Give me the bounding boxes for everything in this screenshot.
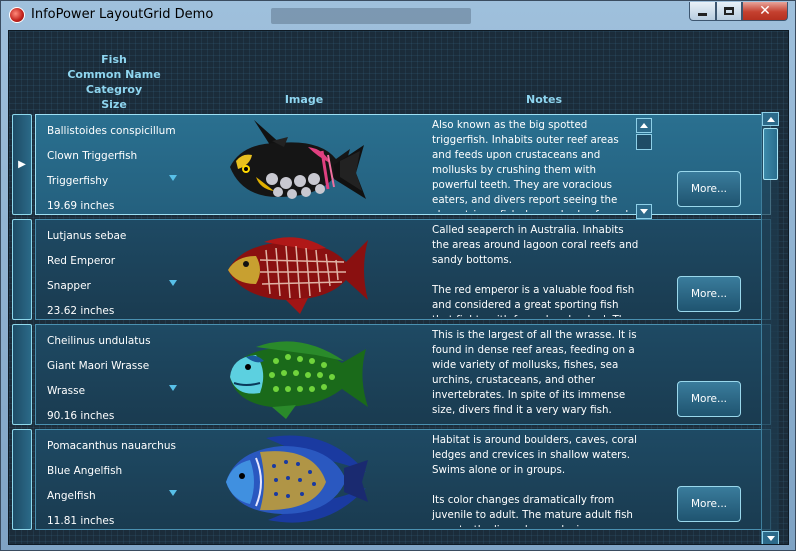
species-field[interactable]: Cheilinus undulatus (47, 335, 151, 347)
notes-scrollbar[interactable] (636, 118, 652, 219)
scroll-up-icon (640, 123, 648, 128)
category-field[interactable]: Triggerfishy (47, 175, 108, 187)
red-emperor-image (228, 237, 368, 314)
header-fish-label: Fish (101, 53, 127, 66)
header-category-label: Categroy (85, 83, 143, 96)
minimize-icon (698, 12, 707, 16)
row-indicator[interactable] (12, 324, 32, 425)
more-button[interactable]: More... (677, 486, 741, 522)
title-bar[interactable]: InfoPower LayoutGrid Demo ✕ (1, 1, 795, 29)
close-icon: ✕ (759, 3, 771, 19)
category-field[interactable]: Snapper (47, 280, 91, 292)
more-button[interactable]: More... (677, 171, 741, 207)
header-size-label: Size (101, 98, 127, 111)
column-header-fish[interactable]: Fish Common Name Categroy Size (59, 52, 169, 112)
app-window: InfoPower LayoutGrid Demo ✕ Fish Common … (0, 0, 796, 551)
triggerfish-image (230, 120, 366, 199)
notes-scroll-thumb[interactable] (636, 134, 652, 150)
record-card[interactable]: Pomacanthus nauarchus Blue Angelfish Ang… (35, 429, 771, 530)
scroll-up-button[interactable] (762, 112, 779, 126)
size-field[interactable]: 11.81 inches (47, 515, 114, 527)
species-field[interactable]: Pomacanthus nauarchus (47, 440, 176, 452)
app-icon[interactable] (9, 7, 25, 23)
row-indicator[interactable] (12, 219, 32, 320)
scroll-up-icon (766, 116, 775, 122)
scroll-down-icon (766, 535, 775, 541)
column-header-image[interactable]: Image (264, 92, 344, 107)
species-field[interactable]: Lutjanus sebae (47, 230, 126, 242)
scroll-down-button[interactable] (762, 531, 779, 544)
common-name-field[interactable]: Clown Triggerfish (47, 150, 137, 162)
row-indicator[interactable]: ▶ (12, 114, 32, 215)
grid-scrollbar[interactable] (761, 112, 779, 544)
layout-grid: Fish Common Name Categroy Size Image Not… (8, 30, 789, 545)
record-card[interactable]: Cheilinus undulatus Giant Maori Wrasse W… (35, 324, 771, 425)
row-indicator[interactable] (12, 429, 32, 530)
column-header-notes[interactable]: Notes (509, 92, 579, 107)
size-field[interactable]: 23.62 inches (47, 305, 114, 317)
notes-memo[interactable]: This is the largest of all the wrasse. I… (432, 328, 640, 422)
maximize-icon (724, 7, 734, 15)
notes-memo[interactable]: Habitat is around boulders, caves, coral… (432, 433, 640, 527)
background-window-title (271, 8, 471, 24)
row-pointer-icon: ▶ (18, 159, 26, 170)
common-name-field[interactable]: Giant Maori Wrasse (47, 360, 149, 372)
notes-memo[interactable]: Also known as the big spotted triggerfis… (432, 118, 640, 212)
grid-row[interactable]: Lutjanus sebae Red Emperor Snapper 23.62… (9, 217, 788, 320)
chevron-down-icon[interactable] (169, 490, 177, 496)
chevron-down-icon[interactable] (169, 280, 177, 286)
grid-row[interactable]: Pomacanthus nauarchus Blue Angelfish Ang… (9, 427, 788, 530)
maximize-button[interactable] (716, 2, 742, 21)
notes-memo[interactable]: Called seaperch in Australia. Inhabits t… (432, 223, 640, 317)
blue-angelfish-image (226, 435, 368, 523)
common-name-field[interactable]: Blue Angelfish (47, 465, 122, 477)
chevron-down-icon[interactable] (169, 385, 177, 391)
category-field[interactable]: Angelfish (47, 490, 96, 502)
scroll-down-icon (640, 209, 648, 214)
common-name-field[interactable]: Red Emperor (47, 255, 115, 267)
chevron-down-icon[interactable] (169, 175, 177, 181)
grid-row[interactable]: Cheilinus undulatus Giant Maori Wrasse W… (9, 322, 788, 425)
grid-row[interactable]: ▶ Ballistoides conspicillum Clown Trigge… (9, 112, 788, 219)
window-title: InfoPower LayoutGrid Demo (31, 7, 214, 22)
minimize-button[interactable] (689, 2, 716, 21)
size-field[interactable]: 19.69 inches (47, 200, 114, 212)
more-button[interactable]: More... (677, 381, 741, 417)
maori-wrasse-image (230, 341, 368, 419)
close-button[interactable]: ✕ (742, 2, 788, 21)
size-field[interactable]: 90.16 inches (47, 410, 114, 422)
notes-scroll-up-button[interactable] (636, 118, 652, 133)
record-card[interactable]: Ballistoides conspicillum Clown Triggerf… (35, 114, 771, 219)
header-common-name-label: Common Name (67, 68, 161, 81)
species-field[interactable]: Ballistoides conspicillum (47, 125, 176, 137)
record-card[interactable]: Lutjanus sebae Red Emperor Snapper 23.62… (35, 219, 771, 320)
scroll-thumb[interactable] (763, 128, 778, 180)
category-field[interactable]: Wrasse (47, 385, 85, 397)
more-button[interactable]: More... (677, 276, 741, 312)
